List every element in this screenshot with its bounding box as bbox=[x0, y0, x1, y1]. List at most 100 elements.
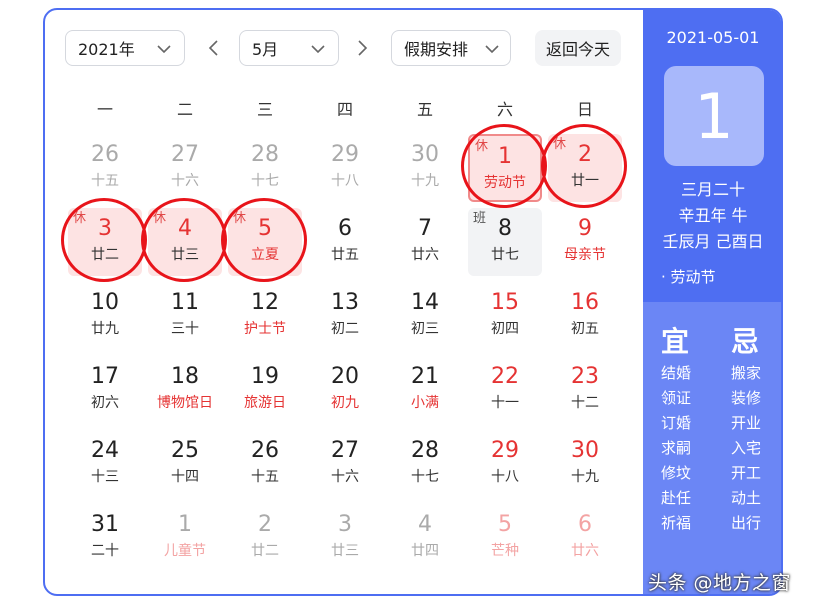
lunar-label: 母亲节 bbox=[564, 247, 606, 263]
day-cell[interactable]: 10 廿九 bbox=[68, 282, 142, 350]
day-cell[interactable]: 27 十六 bbox=[308, 430, 382, 498]
day-number: 26 bbox=[251, 438, 279, 463]
lunar-label: 小满 bbox=[411, 395, 439, 411]
day-cell[interactable]: 15 初四 bbox=[468, 282, 542, 350]
lunar-label: 初六 bbox=[91, 395, 119, 411]
day-cell[interactable]: 26 十五 bbox=[228, 430, 302, 498]
day-number: 12 bbox=[251, 290, 279, 315]
ji-item: 入宅 bbox=[731, 439, 762, 457]
day-cell[interactable]: 31 二十 bbox=[68, 504, 142, 572]
ji-item: 开工 bbox=[731, 464, 762, 482]
day-number: 14 bbox=[411, 290, 439, 315]
prev-month-button[interactable] bbox=[201, 34, 227, 62]
month-select[interactable]: 5月 bbox=[239, 30, 339, 66]
lunar-label: 十五 bbox=[91, 173, 119, 189]
yi-item: 领证 bbox=[661, 389, 692, 407]
day-cell[interactable]: 3 廿三 bbox=[308, 504, 382, 572]
day-number: 3 bbox=[338, 512, 352, 537]
lunar-label: 廿三 bbox=[331, 543, 359, 559]
day-number: 30 bbox=[571, 438, 599, 463]
day-cell[interactable]: 5 芒种 bbox=[468, 504, 542, 572]
day-cell[interactable]: 6 廿五 bbox=[308, 208, 382, 276]
lunar-label: 护士节 bbox=[244, 321, 286, 337]
day-detail-top: 2021-05-01 1 三月二十 辛丑年 牛 壬辰月 己酉日 · 劳动节 bbox=[643, 10, 781, 302]
day-number: 29 bbox=[491, 438, 519, 463]
chevron-down-icon bbox=[311, 45, 325, 54]
lunar-label: 十八 bbox=[491, 469, 519, 485]
day-number: 30 bbox=[411, 142, 439, 167]
day-cell[interactable]: 6 廿六 bbox=[548, 504, 622, 572]
back-to-today-button[interactable]: 返回今天 bbox=[535, 30, 621, 66]
day-cell[interactable]: 22 十一 bbox=[468, 356, 542, 424]
highlight-ring bbox=[461, 124, 547, 208]
lunar-label: 旅游日 bbox=[244, 395, 286, 411]
day-cell[interactable]: 24 十三 bbox=[68, 430, 142, 498]
lunar-label: 初五 bbox=[571, 321, 599, 337]
yi-item: 修坟 bbox=[661, 464, 692, 482]
day-cell[interactable]: 30 十九 bbox=[388, 134, 462, 202]
ji-item: 开业 bbox=[731, 414, 762, 432]
lunar-label: 博物馆日 bbox=[157, 395, 213, 411]
day-cell[interactable]: 23 十二 bbox=[548, 356, 622, 424]
day-cell[interactable]: 7 廿六 bbox=[388, 208, 462, 276]
day-cell[interactable]: 2 廿二 bbox=[228, 504, 302, 572]
day-cell[interactable]: 16 初五 bbox=[548, 282, 622, 350]
yi-item: 赴任 bbox=[661, 489, 692, 507]
day-cell[interactable]: 28 十七 bbox=[228, 134, 302, 202]
day-cell[interactable]: 17 初六 bbox=[68, 356, 142, 424]
month-select-value: 5月 bbox=[252, 40, 279, 59]
day-cell[interactable]: 29 十八 bbox=[468, 430, 542, 498]
day-cell[interactable]: 30 十九 bbox=[548, 430, 622, 498]
lunar-label: 十五 bbox=[251, 469, 279, 485]
holiday-select[interactable]: 假期安排 bbox=[391, 30, 511, 66]
day-number: 23 bbox=[571, 364, 599, 389]
weekday-3: 三 bbox=[256, 100, 273, 119]
lunar-label: 廿五 bbox=[331, 247, 359, 263]
lunar-label: 廿六 bbox=[571, 543, 599, 559]
lunar-label: 二十 bbox=[91, 543, 119, 559]
ji-item: 装修 bbox=[731, 389, 762, 407]
day-number: 10 bbox=[91, 290, 119, 315]
day-number: 6 bbox=[338, 216, 352, 241]
lunar-label: 廿七 bbox=[491, 247, 519, 263]
day-cell[interactable]: 19 旅游日 bbox=[228, 356, 302, 424]
day-cell[interactable]: 20 初九 bbox=[308, 356, 382, 424]
weekday-1: 一 bbox=[96, 100, 113, 119]
day-cell[interactable]: 18 博物馆日 bbox=[148, 356, 222, 424]
day-cell[interactable]: 28 十七 bbox=[388, 430, 462, 498]
highlight-ring bbox=[61, 198, 147, 282]
lunar-label: 十九 bbox=[411, 173, 439, 189]
day-number: 4 bbox=[418, 512, 432, 537]
highlight-ring bbox=[141, 198, 227, 282]
day-cell[interactable]: 4 廿四 bbox=[388, 504, 462, 572]
ganzhi-month-day: 壬辰月 己酉日 bbox=[662, 232, 764, 251]
day-cell[interactable]: 26 十五 bbox=[68, 134, 142, 202]
day-cell[interactable]: 13 初二 bbox=[308, 282, 382, 350]
lunar-date: 三月二十 bbox=[680, 180, 745, 199]
day-cell[interactable]: 班 8 廿七 bbox=[468, 208, 542, 276]
day-cell[interactable]: 12 护士节 bbox=[228, 282, 302, 350]
year-select[interactable]: 2021年 bbox=[65, 30, 185, 66]
day-number: 13 bbox=[331, 290, 359, 315]
selected-date: 2021-05-01 bbox=[666, 28, 760, 47]
day-cell[interactable]: 11 三十 bbox=[148, 282, 222, 350]
ji-heading: 忌 bbox=[731, 325, 760, 358]
day-cell[interactable]: 1 儿童节 bbox=[148, 504, 222, 572]
day-cell[interactable]: 25 十四 bbox=[148, 430, 222, 498]
next-month-button[interactable] bbox=[349, 34, 375, 62]
day-number: 15 bbox=[491, 290, 519, 315]
day-cell[interactable]: 27 十六 bbox=[148, 134, 222, 202]
lunar-label: 初二 bbox=[331, 321, 359, 337]
lunar-label: 十一 bbox=[491, 395, 519, 411]
day-cell[interactable]: 21 小满 bbox=[388, 356, 462, 424]
day-number: 17 bbox=[91, 364, 119, 389]
day-number: 24 bbox=[91, 438, 119, 463]
day-cell[interactable]: 14 初三 bbox=[388, 282, 462, 350]
selected-day-box: 1 bbox=[664, 66, 764, 166]
lunar-label: 初九 bbox=[331, 395, 359, 411]
day-number: 11 bbox=[171, 290, 199, 315]
calendar-toolbar: 2021年 5月 假期安排 返回今天 bbox=[45, 30, 643, 66]
day-cell[interactable]: 9 母亲节 bbox=[548, 208, 622, 276]
lunar-label: 初四 bbox=[491, 321, 519, 337]
day-cell[interactable]: 29 十八 bbox=[308, 134, 382, 202]
